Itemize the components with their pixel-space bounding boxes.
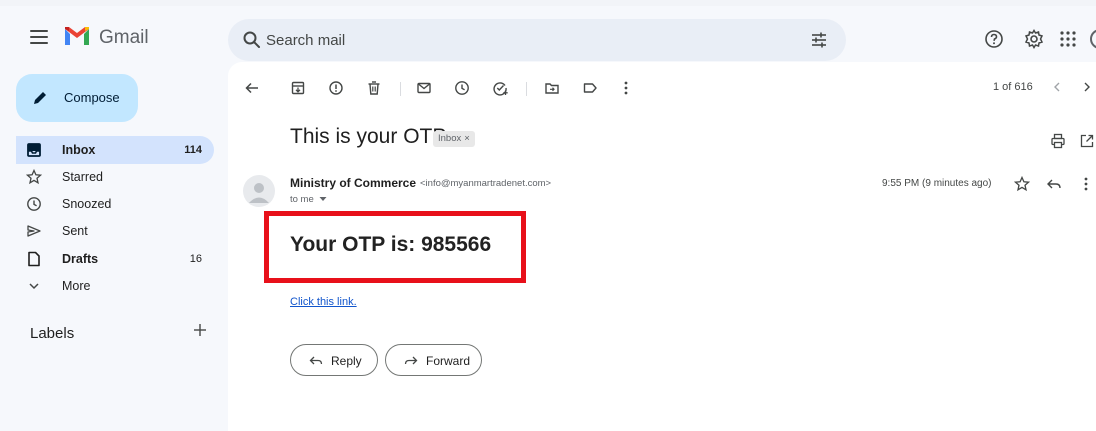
move-to-folder-icon[interactable] [544, 80, 560, 96]
reply-button[interactable]: Reply [290, 344, 378, 376]
archive-icon[interactable] [290, 80, 306, 96]
help-icon[interactable] [984, 29, 1004, 49]
sidebar-item-label: Inbox [62, 143, 96, 157]
pagination-count: 1 of 616 [993, 81, 1033, 93]
sidebar-item-label: Drafts [62, 252, 99, 266]
snooze-clock-icon[interactable] [454, 80, 470, 96]
send-icon [27, 225, 41, 237]
sender-name[interactable]: Ministry of Commerce [290, 176, 416, 190]
forward-button[interactable]: Forward [385, 344, 482, 376]
labels-heading: Labels [30, 325, 75, 342]
more-vertical-icon[interactable] [618, 80, 634, 96]
search-input[interactable] [266, 29, 786, 51]
email-subject: This is your OTP [290, 125, 447, 148]
gmail-logo-icon [65, 27, 89, 45]
chip-label: Inbox [438, 133, 462, 144]
chevron-down-icon [29, 283, 39, 290]
search-options-icon[interactable] [810, 31, 828, 49]
search-bar[interactable] [228, 19, 846, 61]
reply-icon[interactable] [1046, 176, 1062, 192]
mark-unread-icon[interactable] [416, 80, 432, 96]
inbox-label-chip[interactable]: Inbox × [433, 131, 475, 147]
main-menu-icon[interactable] [30, 30, 48, 44]
apps-grid-icon[interactable] [1060, 31, 1076, 47]
caret-down-icon [319, 197, 327, 201]
star-icon[interactable] [1014, 176, 1030, 192]
remove-label-icon[interactable]: × [464, 133, 470, 144]
email-timestamp: 9:55 PM (9 minutes ago) [882, 178, 992, 189]
pencil-icon [34, 92, 46, 104]
open-new-window-icon[interactable] [1079, 133, 1095, 149]
settings-gear-icon[interactable] [1024, 29, 1044, 49]
person-icon [249, 183, 269, 203]
sidebar-item-drafts[interactable]: Drafts 16 [16, 245, 214, 273]
sidebar-item-label: Snoozed [62, 197, 112, 211]
sender-avatar[interactable] [243, 175, 275, 207]
chevron-left-icon[interactable] [1050, 80, 1064, 94]
email-body-link[interactable]: Click this link. [290, 296, 357, 308]
toolbar-divider [526, 82, 527, 96]
star-icon [26, 169, 42, 185]
forward-button-label: Forward [426, 354, 471, 368]
add-label-icon[interactable] [192, 322, 208, 338]
compose-button[interactable]: Compose [16, 74, 138, 122]
inbox-icon [27, 143, 41, 157]
draft-count: 16 [189, 253, 202, 265]
sidebar-item-label: Starred [62, 170, 103, 184]
sidebar-item-label: Sent [62, 224, 88, 238]
label-tag-icon[interactable] [582, 80, 598, 96]
draft-file-icon [28, 251, 40, 267]
toolbar-divider [400, 82, 401, 96]
sidebar-item-starred[interactable]: Starred [16, 163, 214, 191]
report-spam-icon[interactable] [328, 80, 344, 96]
add-task-icon[interactable] [492, 80, 508, 96]
app-name: Gmail [99, 27, 149, 48]
otp-message: Your OTP is: 985566 [290, 233, 492, 256]
sender-email: <info@myanmartradenet.com> [420, 178, 552, 189]
clock-icon [27, 197, 41, 211]
reply-button-label: Reply [331, 354, 362, 368]
search-icon[interactable] [242, 30, 262, 50]
delete-icon[interactable] [366, 80, 382, 96]
sidebar-item-snoozed[interactable]: Snoozed [16, 190, 214, 218]
print-icon[interactable] [1050, 133, 1066, 149]
unread-count: 114 [184, 144, 202, 156]
sidebar-item-label: More [62, 279, 91, 293]
reply-arrow-icon [309, 356, 323, 365]
chevron-right-icon[interactable] [1080, 80, 1094, 94]
compose-label: Compose [64, 90, 120, 105]
recipient-label: to me [290, 194, 314, 205]
back-arrow-icon[interactable] [244, 80, 260, 96]
recipient-details-toggle[interactable]: to me [290, 194, 327, 205]
sidebar-item-more[interactable]: More [16, 272, 214, 300]
forward-arrow-icon [404, 356, 418, 365]
more-options-icon[interactable] [1083, 176, 1089, 192]
sidebar-item-sent[interactable]: Sent [16, 217, 214, 245]
sidebar-item-inbox[interactable]: Inbox 114 [16, 136, 214, 164]
